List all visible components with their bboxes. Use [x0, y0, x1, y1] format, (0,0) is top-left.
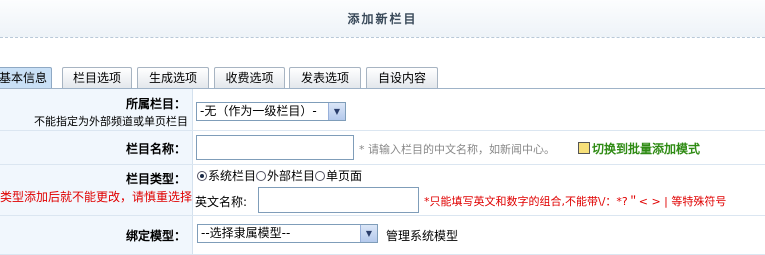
- chevron-down-icon: ▼: [328, 103, 345, 120]
- bind-model-label: 绑定模型：: [125, 229, 186, 243]
- tab-basic-info[interactable]: 基本信息: [0, 67, 52, 88]
- tab-generate-options[interactable]: 生成选项: [137, 67, 209, 88]
- radio-single-page[interactable]: 单页面: [315, 169, 362, 183]
- radio-external-column[interactable]: 外部栏目: [256, 169, 315, 183]
- radio-unchecked-icon: [315, 171, 326, 181]
- page-header: 添加新栏目: [0, 0, 765, 38]
- column-type-label: 栏目类型：: [125, 172, 186, 186]
- column-name-input[interactable]: [196, 135, 354, 160]
- page-title: 添加新栏目: [347, 12, 418, 26]
- tab-column-options[interactable]: 栏目选项: [62, 67, 132, 88]
- english-name-hint: *只能填写英文和数字的组合,不能带\/：*?＂< > | 等特殊符号: [424, 195, 727, 208]
- tab-bar: 基本信息 栏目选项 生成选项 收费选项 发表选项 自设内容: [0, 67, 765, 89]
- parent-column-select[interactable]: -无（作为一级栏目）- ▼: [196, 102, 346, 121]
- radio-checked-icon: [197, 171, 207, 181]
- parent-column-note: 不能指定为外部频道或单页栏目: [34, 115, 188, 128]
- english-name-input[interactable]: [258, 187, 419, 213]
- column-name-label: 栏目名称：: [125, 142, 186, 156]
- tab-publish-options[interactable]: 发表选项: [289, 67, 361, 88]
- column-type-warning: 类型添加后就不能更改，请慎重选择: [0, 190, 193, 204]
- row-column-name: 栏目名称： * 请输入栏目的中文名称，如新闻中心。 切换到批量添加模式: [0, 131, 765, 165]
- batch-mode-checkbox-icon: [578, 142, 590, 154]
- column-name-hint: * 请输入栏目的中文名称，如新闻中心。: [359, 143, 555, 156]
- row-bind-model: 绑定模型： --选择隶属模型-- ▼ 管理系统模型: [0, 216, 765, 255]
- chevron-down-icon: ▼: [360, 225, 377, 242]
- row-parent-column: 所属栏目： 不能指定为外部频道或单页栏目 -无（作为一级栏目）- ▼: [0, 89, 765, 131]
- column-type-radios: 系统栏目 外部栏目 单页面: [197, 167, 362, 184]
- bind-model-select[interactable]: --选择隶属模型-- ▼: [197, 224, 378, 243]
- tab-custom-content[interactable]: 自设内容: [366, 67, 438, 88]
- radio-unchecked-icon: [256, 171, 267, 181]
- tab-charge-options[interactable]: 收费选项: [214, 67, 285, 88]
- radio-system-column[interactable]: 系统栏目: [197, 169, 256, 183]
- manage-system-model-link[interactable]: 管理系统模型: [386, 227, 458, 244]
- parent-column-label: 所属栏目：: [125, 97, 186, 111]
- batch-add-mode-link[interactable]: 切换到批量添加模式: [578, 140, 700, 157]
- english-name-label: 英文名称:: [195, 195, 248, 209]
- row-column-type: 栏目类型： 类型添加后就不能更改，请慎重选择 系统栏目 外部栏目 单页面 英文名称:…: [0, 165, 765, 216]
